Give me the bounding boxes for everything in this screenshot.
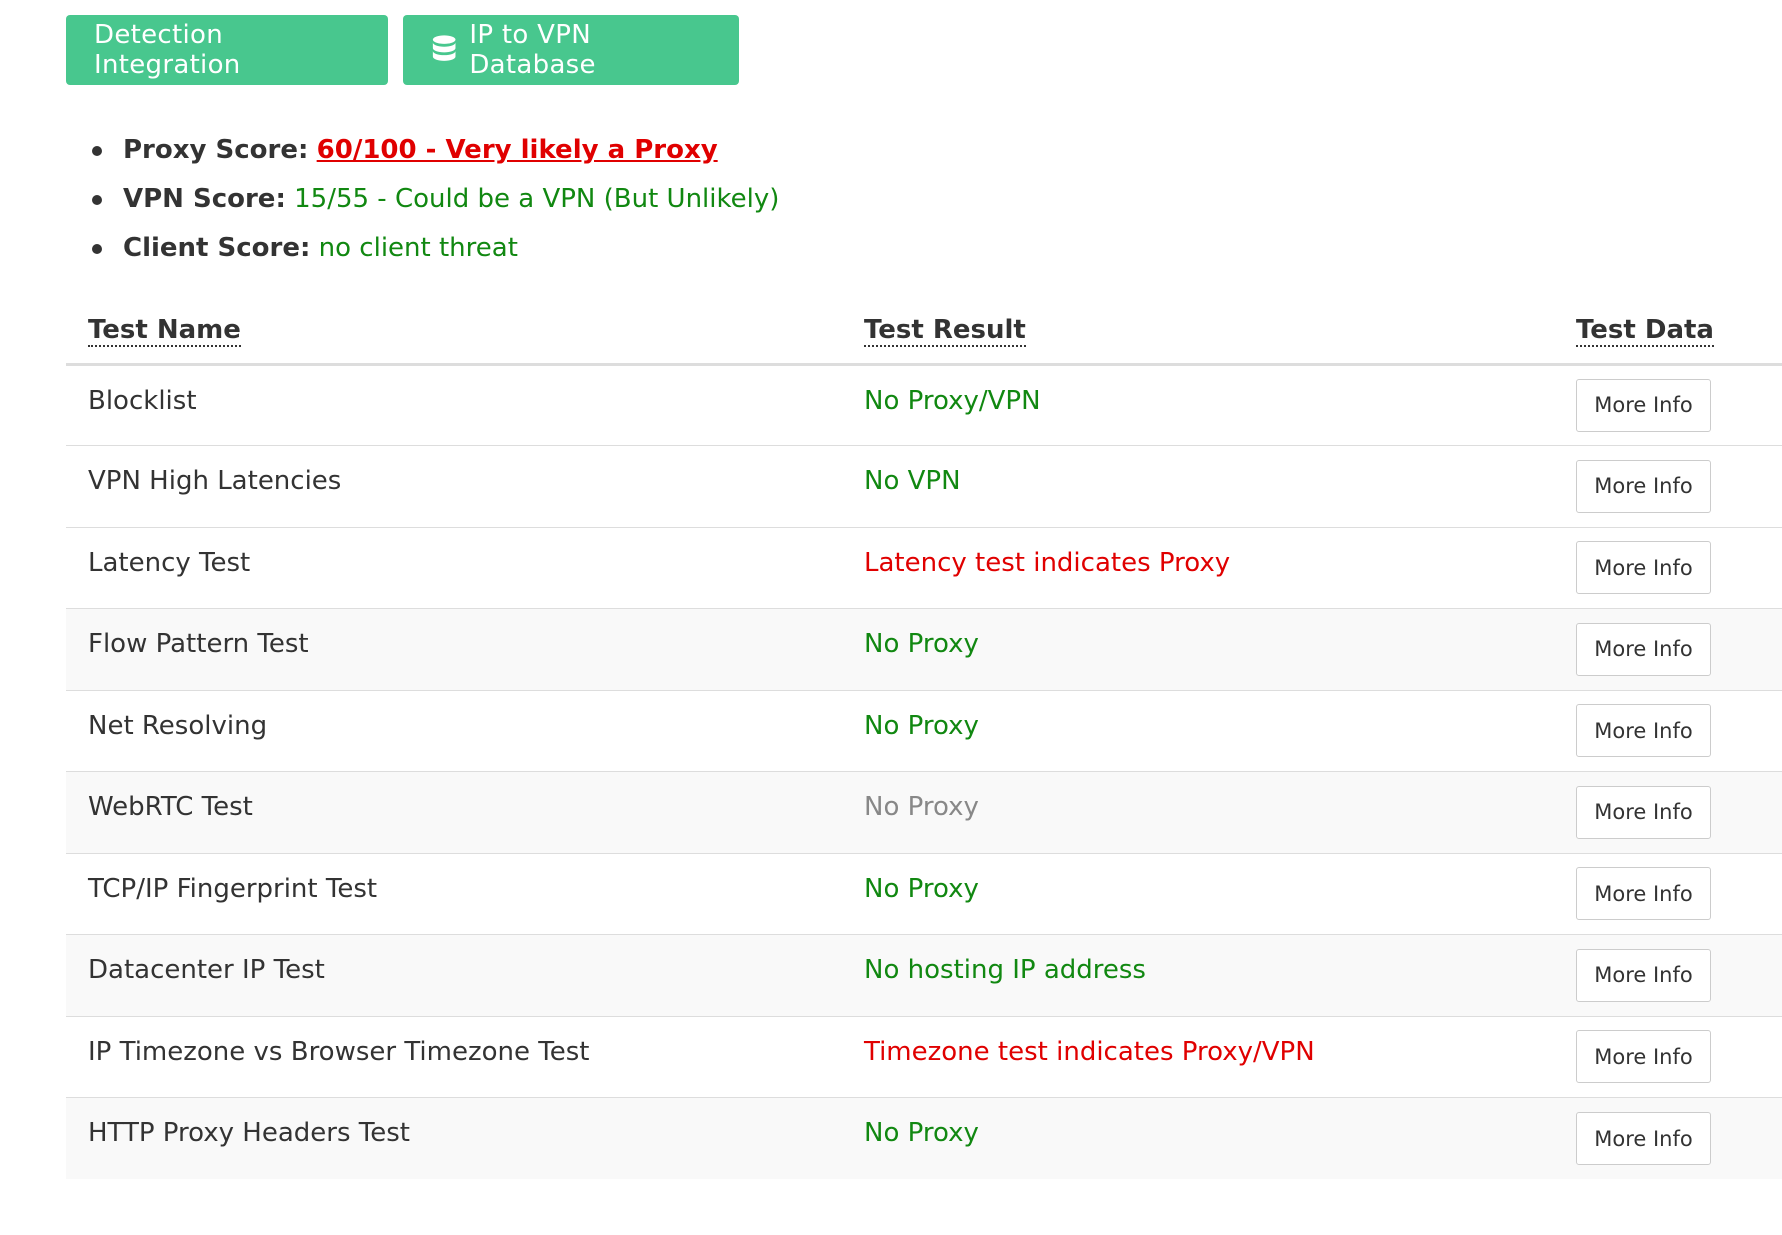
client-score-label: Client Score: — [123, 233, 311, 263]
ip-to-vpn-database-button[interactable]: IP to VPN Database — [403, 15, 739, 85]
database-icon — [432, 35, 456, 61]
table-row: Flow Pattern Test No Proxy More Info — [66, 608, 1782, 690]
test-name-cell: Net Resolving — [66, 689, 842, 772]
test-result-cell: Timezone test indicates Proxy/VPN — [842, 1015, 1554, 1098]
vpn-score-item: VPN Score: 15/55 - Could be a VPN (But U… — [92, 175, 779, 224]
test-data-cell: More Info — [1554, 689, 1782, 772]
proxy-score-label: Proxy Score: — [123, 135, 309, 165]
proxy-score-value[interactable]: 60/100 - Very likely a Proxy — [317, 135, 718, 165]
test-name-cell: WebRTC Test — [66, 771, 842, 853]
test-results-table: Test Name Test Result Test Data Blocklis… — [66, 300, 1782, 1179]
test-result-cell: No Proxy — [842, 689, 1554, 772]
test-result-cell: No Proxy — [842, 608, 1554, 690]
test-data-cell: More Info — [1554, 934, 1782, 1016]
detection-integration-button[interactable]: Detection Integration — [66, 15, 388, 85]
test-result-cell: No hosting IP address — [842, 934, 1554, 1016]
test-name-cell: IP Timezone vs Browser Timezone Test — [66, 1015, 842, 1098]
test-data-cell: More Info — [1554, 771, 1782, 853]
more-info-button[interactable]: More Info — [1576, 867, 1711, 921]
more-info-button[interactable]: More Info — [1576, 785, 1711, 839]
vpn-score-value: 15/55 - Could be a VPN (But Unlikely) — [294, 184, 780, 214]
ip-to-vpn-database-label: IP to VPN Database — [469, 20, 596, 80]
vpn-score-label: VPN Score: — [123, 184, 286, 214]
test-result-cell: No Proxy — [842, 1097, 1554, 1179]
client-score-value: no client threat — [318, 233, 518, 263]
test-data-cell: More Info — [1554, 445, 1782, 527]
test-data-cell: More Info — [1554, 363, 1782, 446]
test-data-cell: More Info — [1554, 526, 1782, 609]
bullet — [92, 146, 102, 156]
header-test-result: Test Result — [842, 300, 1554, 366]
test-data-cell: More Info — [1554, 1015, 1782, 1098]
more-info-button[interactable]: More Info — [1576, 948, 1711, 1002]
more-info-button[interactable]: More Info — [1576, 541, 1711, 595]
test-name-cell: HTTP Proxy Headers Test — [66, 1097, 842, 1179]
table-row: Datacenter IP Test No hosting IP address M… — [66, 934, 1782, 1016]
more-info-button[interactable]: More Info — [1576, 378, 1711, 432]
test-result-cell: No Proxy — [842, 852, 1554, 935]
header-test-name-label: Test Name — [88, 315, 241, 347]
score-list: Proxy Score: 60/100 - Very likely a Prox… — [92, 126, 779, 273]
header-test-result-label: Test Result — [864, 315, 1026, 347]
test-result-cell: No Proxy/VPN — [842, 363, 1554, 446]
client-score-item: Client Score: no client threat — [92, 224, 779, 273]
header-test-data-label: Test Data — [1576, 315, 1714, 347]
table-row: Blocklist No Proxy/VPN More Info — [66, 363, 1782, 446]
more-info-button[interactable]: More Info — [1576, 1112, 1711, 1165]
header-test-name: Test Name — [66, 300, 842, 366]
table-row: IP Timezone vs Browser Timezone Test Time… — [66, 1015, 1782, 1098]
table-row: VPN High Latencies No VPN More Info — [66, 445, 1782, 527]
bullet — [92, 244, 102, 254]
more-info-button[interactable]: More Info — [1576, 459, 1711, 513]
test-data-cell: More Info — [1554, 852, 1782, 935]
header-test-data: Test Data — [1554, 300, 1782, 366]
test-result-cell: No Proxy — [842, 771, 1554, 853]
test-name-cell: Datacenter IP Test — [66, 934, 842, 1016]
more-info-button[interactable]: More Info — [1576, 704, 1711, 758]
proxy-score-item: Proxy Score: 60/100 - Very likely a Prox… — [92, 126, 779, 175]
table-row: HTTP Proxy Headers Test No Proxy More Info — [66, 1097, 1782, 1179]
test-name-cell: VPN High Latencies — [66, 445, 842, 527]
detection-integration-label: Detection Integration — [94, 20, 241, 80]
test-data-cell: More Info — [1554, 608, 1782, 690]
test-result-cell: Latency test indicates Proxy — [842, 526, 1554, 609]
table-header-row: Test Name Test Result Test Data — [66, 300, 1782, 366]
table-row: Latency Test Latency test indicates Proxy… — [66, 526, 1782, 609]
test-name-cell: TCP/IP Fingerprint Test — [66, 852, 842, 935]
more-info-button[interactable]: More Info — [1576, 1030, 1711, 1084]
table-row: Net Resolving No Proxy More Info — [66, 689, 1782, 772]
table-row: WebRTC Test No Proxy More Info — [66, 771, 1782, 853]
top-button-row: Detection Integration IP to VPN Database — [66, 15, 739, 85]
bullet — [92, 195, 102, 205]
test-name-cell: Flow Pattern Test — [66, 608, 842, 690]
test-name-cell: Latency Test — [66, 526, 842, 609]
test-name-cell: Blocklist — [66, 363, 842, 446]
test-result-cell: No VPN — [842, 445, 1554, 527]
table-row: TCP/IP Fingerprint Test No Proxy More Info — [66, 852, 1782, 935]
test-data-cell: More Info — [1554, 1097, 1782, 1179]
page: Detection Integration IP to VPN Database… — [0, 0, 1782, 1235]
more-info-button[interactable]: More Info — [1576, 622, 1711, 676]
